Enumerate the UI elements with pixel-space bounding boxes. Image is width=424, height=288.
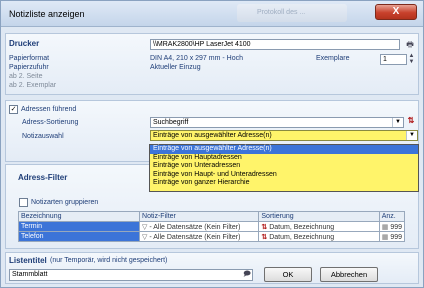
listentitel-label: Listentitel xyxy=(9,256,47,265)
printer-settings-icon[interactable]: 🖶 xyxy=(404,39,416,53)
listentitel-input[interactable]: Stammblatt xyxy=(9,269,253,281)
row-name[interactable]: Telefon xyxy=(17,231,141,242)
papierzufuhr-label: Papierzufuhr xyxy=(9,64,49,71)
dropdown-option[interactable]: Einträge von Unteradressen xyxy=(150,162,418,171)
notizarten-table: Bezeichnung Notiz-Filter Sortierung Anz.… xyxy=(17,211,406,242)
ab-2-exemplar-label: ab 2. Exemplar xyxy=(9,82,57,89)
papierformat-label: Papierformat xyxy=(9,55,50,62)
background-window-title: Protokoll des ... xyxy=(257,9,306,16)
adress-sortierung-label: Adress-Sortierung xyxy=(22,119,79,126)
adressen-fuehrend-label: Adressen führend xyxy=(21,106,77,113)
row-name[interactable]: Termin xyxy=(17,221,141,232)
close-button[interactable]: X xyxy=(375,4,417,20)
adress-filter-title: Adress-Filter xyxy=(18,173,68,182)
row-filter-cell[interactable]: ▽ - Alle Datensätze (Kein Filter) xyxy=(139,231,260,242)
window-title: Notizliste anzeigen xyxy=(9,9,85,19)
ab-2-seite-label: ab 2. Seite xyxy=(9,73,43,80)
dialog-window: Notizliste anzeigen Protokoll des ... X … xyxy=(0,0,424,288)
column-header[interactable]: Sortierung xyxy=(258,211,380,222)
background-window-tab: Protokoll des ... xyxy=(237,4,347,22)
exemplare-input[interactable]: 1 xyxy=(380,54,407,65)
chevron-down-icon[interactable]: ▼ xyxy=(406,131,417,140)
sort-order-icon[interactable]: ⇅ xyxy=(405,116,417,125)
notizauswahl-select[interactable]: Einträge von ausgewählter Adresse(n) ▼ xyxy=(150,130,418,141)
dropdown-option[interactable]: Einträge von ganzer Hierarchie xyxy=(150,179,418,188)
papierzufuhr-value: Aktueller Einzug xyxy=(150,64,201,71)
row-count: 999 xyxy=(390,233,402,241)
adress-sortierung-select[interactable]: Suchbegriff ▼ xyxy=(150,117,404,128)
row-count: 999 xyxy=(390,223,402,231)
row-sort-cell[interactable]: ⇅ Datum, Bezeichnung xyxy=(258,221,380,232)
drucker-section-title: Drucker xyxy=(9,39,40,48)
dropdown-option[interactable]: Einträge von Haupt- und Unteradressen xyxy=(150,171,418,180)
row-filter: - Alle Datensätze (Kein Filter) xyxy=(149,233,241,241)
notizarten-gruppieren-label: Notizarten gruppieren xyxy=(31,199,99,206)
notizauswahl-value: Einträge von ausgewählter Adresse(n) xyxy=(153,132,272,139)
table-row[interactable]: Telefon ▽ - Alle Datensätze (Kein Filter… xyxy=(17,231,406,242)
listentitel-panel: Listentitel (nur Temporär, wird nicht ge… xyxy=(5,252,419,284)
notizarten-gruppieren-checkbox[interactable] xyxy=(19,198,28,207)
row-count-cell[interactable]: ▦ 999 xyxy=(378,221,406,232)
column-header[interactable]: Bezeichnung xyxy=(17,211,141,222)
notizauswahl-label: Notizauswahl xyxy=(22,133,64,140)
table-header-row: Bezeichnung Notiz-Filter Sortierung Anz. xyxy=(17,211,406,222)
dropdown-option[interactable]: Einträge von ausgewählter Adresse(n) xyxy=(150,145,418,154)
title-bar[interactable]: Notizliste anzeigen Protokoll des ... X xyxy=(1,1,423,27)
printer-field[interactable]: \\MRAK2800\HP LaserJet 4100 xyxy=(150,39,400,50)
exemplare-spinner-icon[interactable]: ▲ ▼ xyxy=(407,53,416,65)
listentitel-hint: (nur Temporär, wird nicht gespeichert) xyxy=(50,257,168,264)
row-sort: Datum, Bezeichnung xyxy=(269,223,335,231)
column-header[interactable]: Notiz-Filter xyxy=(139,211,260,222)
row-sort: Datum, Bezeichnung xyxy=(269,233,335,241)
row-filter: - Alle Datensätze (Kein Filter) xyxy=(149,223,241,231)
ok-button[interactable]: OK xyxy=(264,267,312,282)
row-sort-cell[interactable]: ⇅ Datum, Bezeichnung xyxy=(258,231,380,242)
dropdown-option[interactable]: Einträge von Hauptadressen xyxy=(150,154,418,163)
column-header[interactable]: Anz. xyxy=(378,211,406,222)
chevron-down-icon[interactable]: ▼ xyxy=(392,118,403,127)
drucker-panel: Drucker \\MRAK2800\HP LaserJet 4100 🖶 Pa… xyxy=(5,33,419,95)
cancel-button[interactable]: Abbrechen xyxy=(320,267,378,282)
notizauswahl-dropdown-list: Einträge von ausgewählter Adresse(n) Ein… xyxy=(149,144,419,192)
row-filter-cell[interactable]: ▽ - Alle Datensätze (Kein Filter) xyxy=(139,221,260,232)
table-row[interactable]: Termin ▽ - Alle Datensätze (Kein Filter)… xyxy=(17,221,406,232)
exemplare-label: Exemplare xyxy=(316,55,350,62)
adress-sortierung-value: Suchbegriff xyxy=(153,119,189,126)
comment-icon[interactable]: 🗩 xyxy=(242,270,252,281)
papierformat-value: DIN A4, 210 x 297 mm - Hoch xyxy=(150,55,243,62)
row-count-cell[interactable]: ▦ 999 xyxy=(378,231,406,242)
adressen-fuehrend-checkbox[interactable]: ✓ xyxy=(9,105,18,114)
